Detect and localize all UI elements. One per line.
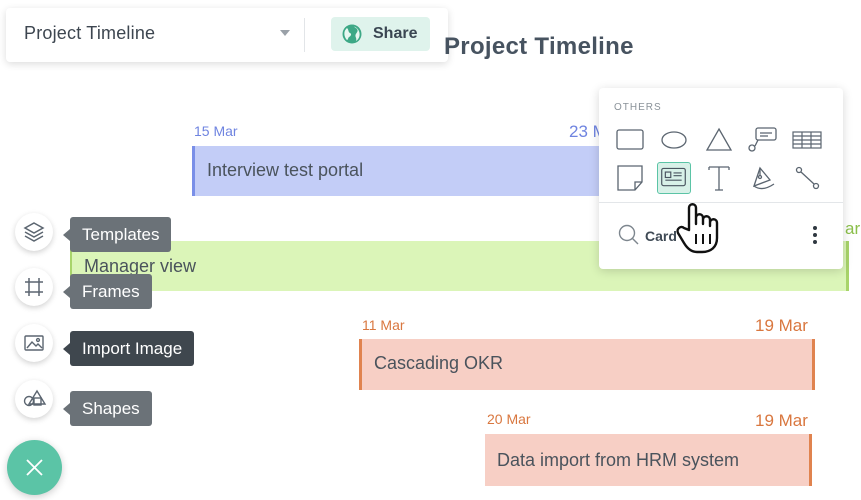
section-title: OTHERS: [614, 102, 662, 113]
more-options-icon[interactable]: [811, 224, 819, 246]
text-icon: [708, 166, 730, 191]
card-icon: [661, 167, 686, 187]
bar-label: Data import from HRM system: [497, 450, 740, 470]
project-name-select[interactable]: Project Timeline: [24, 23, 155, 44]
pen-icon: [752, 166, 775, 190]
shapes-button[interactable]: [15, 380, 53, 418]
timeline-bar[interactable]: Data import from HRM system: [485, 434, 812, 486]
callout-icon: [748, 127, 777, 152]
rectangle-shape[interactable]: [613, 124, 647, 156]
end-date: ar: [845, 219, 861, 238]
close-icon: [26, 459, 43, 476]
chevron-down-icon[interactable]: [280, 30, 290, 36]
frame-icon: [25, 278, 43, 296]
close-fab-button[interactable]: [7, 440, 62, 495]
start-date: 11 Mar: [362, 317, 405, 333]
globe-icon: [342, 24, 362, 44]
tooltip-import-image: Import Image: [70, 331, 195, 366]
end-date: 19 Mar: [755, 411, 808, 430]
ellipse-icon: [661, 131, 687, 149]
project-bar: Project Timeline Share: [6, 8, 448, 62]
bar-label: Interview test portal: [207, 160, 364, 180]
end-date: 19 Mar: [755, 316, 808, 335]
connector-shape[interactable]: [790, 162, 824, 194]
hand-cursor-icon: [676, 203, 719, 254]
pen-shape[interactable]: [746, 162, 780, 194]
tooltip-arrow: [63, 343, 70, 355]
callout-shape[interactable]: [746, 124, 780, 156]
search-icon: [618, 224, 639, 245]
start-date: 15 Mar: [194, 123, 238, 139]
start-date: 20 Mar: [487, 411, 531, 427]
shapes-icon: [23, 389, 47, 407]
import-image-button[interactable]: [15, 324, 53, 362]
triangle-shape[interactable]: [702, 124, 736, 156]
text-shape[interactable]: [702, 162, 736, 194]
table-icon: [792, 131, 822, 149]
divider: [304, 18, 305, 52]
tooltip-arrow: [63, 403, 70, 415]
timeline-bar[interactable]: Interview test portal: [192, 146, 615, 196]
tooltip-shapes: Shapes: [70, 391, 152, 426]
shape-search-input[interactable]: Card: [645, 228, 677, 244]
bar-label: Cascading OKR: [374, 353, 504, 373]
table-shape[interactable]: [790, 124, 824, 156]
connector-icon: [795, 166, 820, 190]
tooltip-arrow: [63, 229, 70, 241]
templates-button[interactable]: [15, 213, 53, 251]
timeline-bar[interactable]: Cascading OKR: [359, 339, 815, 390]
triangle-icon: [705, 127, 733, 151]
image-icon: [24, 335, 44, 351]
note-shape[interactable]: [613, 162, 647, 194]
page-title: Project Timeline: [444, 33, 634, 60]
ellipse-shape[interactable]: [657, 124, 691, 156]
frames-button[interactable]: [15, 268, 53, 306]
tooltip-arrow: [63, 286, 70, 298]
tooltip-templates: Templates: [70, 217, 172, 252]
tooltip-frames: Frames: [70, 274, 152, 309]
note-icon: [617, 165, 643, 191]
layers-icon: [23, 222, 45, 242]
share-button[interactable]: Share: [331, 17, 430, 51]
share-label: Share: [373, 25, 418, 42]
card-shape[interactable]: [657, 162, 691, 194]
rectangle-icon: [616, 129, 644, 150]
